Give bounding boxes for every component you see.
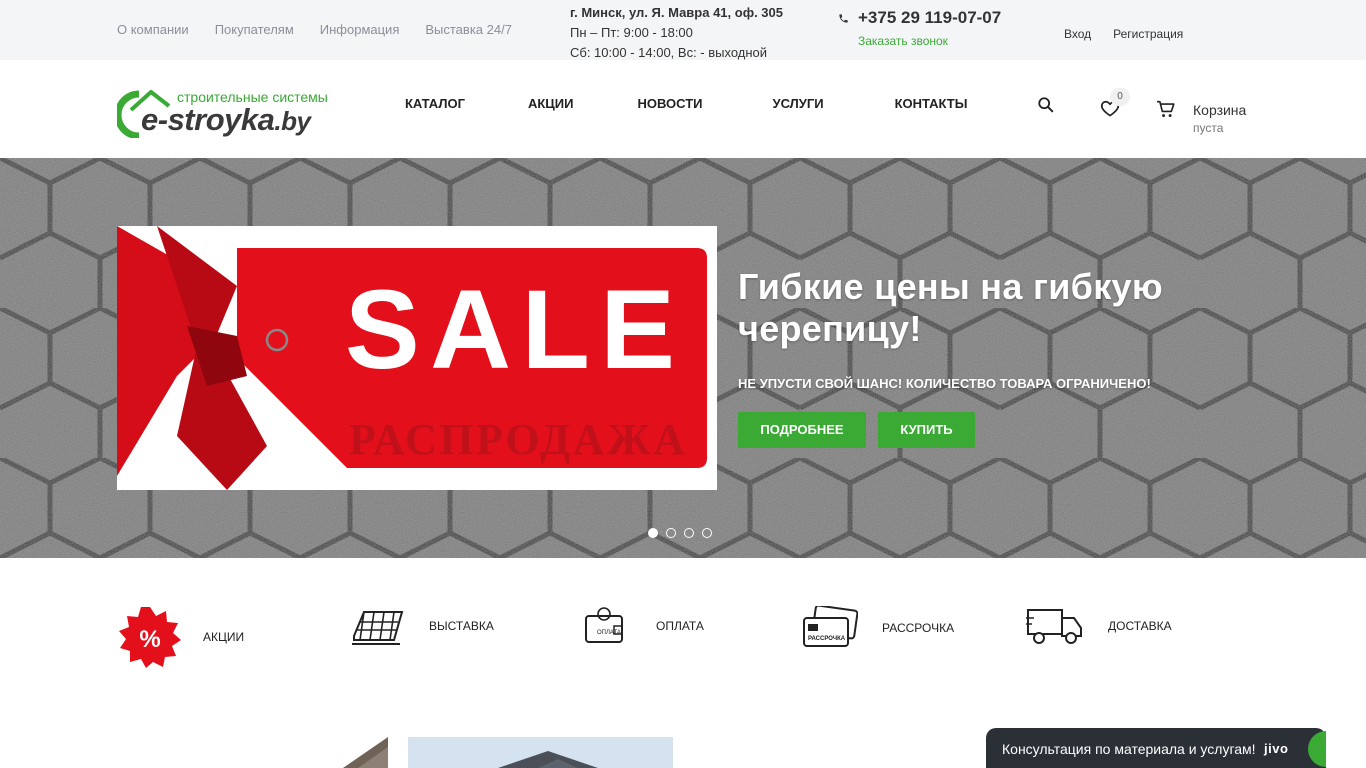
top-link-customers[interactable]: Покупателям (215, 22, 294, 37)
top-link-about[interactable]: О компании (117, 22, 189, 37)
hours-weekdays: Пн – Пт: 9:00 - 18:00 (570, 25, 693, 40)
nav-services[interactable]: УСЛУГИ (773, 96, 824, 111)
hero-subtitle: НЕ УПУСТИ СВОЙ ШАНС! КОЛИЧЕСТВО ТОВАРА О… (738, 376, 1151, 391)
slider-dot-3[interactable] (684, 528, 694, 538)
feature-promotions[interactable]: % АКЦИИ (119, 606, 244, 668)
cart-status: пуста (1193, 121, 1224, 135)
register-link[interactable]: Регистрация (1113, 27, 1183, 41)
address-text: г. Минск, ул. Я. Мавра 41, оф. 305 (570, 5, 783, 20)
logo-brand-tld: .by (274, 106, 311, 136)
hero-slider: SALE РАСПРОДАЖА Гибкие цены на гибкую че… (0, 158, 1366, 558)
chat-text: Консультация по материала и услугам! (1002, 741, 1256, 757)
jivo-logo: jivo (1264, 741, 1289, 756)
product-card-image-1[interactable] (313, 737, 388, 768)
slider-dot-2[interactable] (666, 528, 676, 538)
main-nav: КАТАЛОГ АКЦИИ НОВОСТИ УСЛУГИ КОНТАКТЫ (405, 96, 967, 111)
cart-icon[interactable] (1156, 100, 1176, 118)
cart-label[interactable]: Корзина (1193, 102, 1246, 118)
feature-label-exhibition: ВЫСТАВКА (429, 619, 494, 633)
nav-news[interactable]: НОВОСТИ (637, 96, 702, 111)
feature-label-delivery: ДОСТАВКА (1108, 619, 1172, 633)
product-card-image-2[interactable] (408, 737, 673, 768)
slider-dot-4[interactable] (702, 528, 712, 538)
top-link-exhibition[interactable]: Выставка 24/7 (425, 22, 512, 37)
sale-ru-word: РАСПРОДАЖА (349, 415, 685, 464)
contact-address-block: г. Минск, ул. Я. Мавра 41, оф. 305 Пн – … (570, 3, 783, 63)
delivery-truck-icon (1026, 609, 1082, 644)
chat-status-icon (1308, 731, 1326, 767)
top-links: О компании Покупателям Информация Выстав… (117, 22, 512, 37)
phone-icon (839, 13, 848, 23)
phone-number: +375 29 119-07-07 (858, 8, 1002, 27)
credit-cards-icon: РАССРОЧКА (803, 606, 858, 647)
sale-banner-image: SALE РАСПРОДАЖА (117, 226, 717, 490)
phone-block: +375 29 119-07-07 Заказать звонок (838, 8, 1001, 50)
login-link[interactable]: Вход (1064, 27, 1091, 41)
nav-contacts[interactable]: КОНТАКТЫ (895, 96, 968, 111)
nav-promotions[interactable]: АКЦИИ (528, 96, 574, 111)
hero-title: Гибкие цены на гибкую черепицу! (738, 266, 1163, 349)
feature-label-promotions: АКЦИИ (203, 630, 245, 644)
chat-widget[interactable]: Консультация по материала и услугам! jiv… (986, 728, 1326, 768)
main-header: строительные системы e-stroyka.by КАТАЛО… (0, 60, 1366, 158)
features-row: % АКЦИИ ВЫСТАВКА ОПЛАТА ОПЛАТА РАССРОЧКА… (0, 600, 1366, 680)
wallet-icon: ОПЛАТА (585, 607, 623, 643)
roof-tiles-icon (352, 611, 404, 645)
percent-badge-icon: % (119, 607, 181, 668)
top-bar: О компании Покупателям Информация Выстав… (0, 0, 1366, 60)
slider-pagination (648, 528, 712, 538)
percent-sign: % (139, 626, 160, 653)
sale-word: SALE (345, 267, 675, 392)
feature-label-payment: ОПЛАТА (656, 619, 704, 633)
cards-label: РАССРОЧКА (808, 636, 846, 642)
favorites-count-badge: 0 (1110, 88, 1130, 106)
site-logo[interactable]: строительные системы e-stroyka.by (117, 88, 367, 144)
buy-button[interactable]: КУПИТЬ (878, 412, 975, 448)
wallet-label: ОПЛАТА (597, 630, 621, 636)
top-link-info[interactable]: Информация (320, 22, 400, 37)
logo-brand-name: e-stroyka (141, 102, 275, 137)
feature-delivery[interactable]: ДОСТАВКА (1026, 606, 1172, 646)
details-button[interactable]: ПОДРОБНЕЕ (738, 412, 866, 448)
callback-link[interactable]: Заказать звонок (858, 34, 948, 48)
logo-brand: e-stroyka.by (141, 102, 311, 138)
feature-payment[interactable]: ОПЛАТА ОПЛАТА (584, 606, 704, 646)
slider-dot-1[interactable] (648, 528, 658, 538)
feature-label-installments: РАССРОЧКА (882, 621, 955, 635)
phone-link[interactable]: +375 29 119-07-07 (838, 8, 1001, 28)
feature-installments[interactable]: РАССРОЧКА РАССРОЧКА (802, 606, 954, 650)
feature-exhibition[interactable]: ВЫСТАВКА (350, 606, 494, 646)
nav-catalog[interactable]: КАТАЛОГ (405, 96, 465, 111)
auth-links: Вход Регистрация (1064, 27, 1183, 41)
search-icon[interactable] (1037, 96, 1055, 114)
